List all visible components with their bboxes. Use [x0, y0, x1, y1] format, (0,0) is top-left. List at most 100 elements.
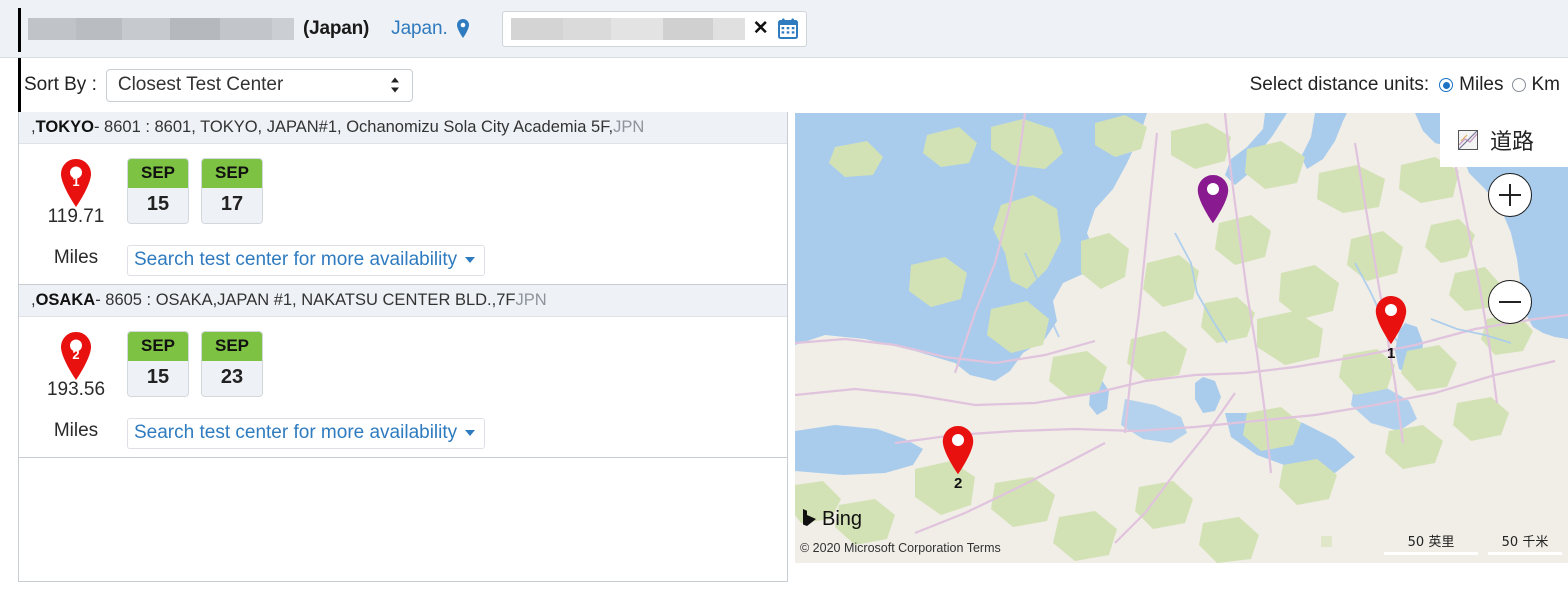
- date-day: 23: [202, 361, 262, 396]
- search-more-availability-link[interactable]: Search test center for more availability: [127, 418, 486, 449]
- date-tile[interactable]: SEP 15: [127, 158, 189, 224]
- date-search-input[interactable]: ✕: [501, 10, 807, 47]
- result-detail: - 8605 : OSAKA,JAPAN #1, NAKATSU CENTER …: [95, 291, 516, 309]
- date-month: SEP: [128, 159, 188, 188]
- chevron-down-icon: [465, 430, 476, 436]
- result-country-code: JPN: [613, 118, 645, 136]
- redacted-block: [562, 17, 611, 40]
- date-month: SEP: [202, 332, 262, 361]
- scale-swatch: [1321, 535, 1332, 547]
- redacted-search-value: [510, 17, 747, 40]
- redacted-block: [610, 17, 663, 40]
- distance-units-group: Select distance units: Miles Km: [1250, 58, 1568, 112]
- sort-by-value: Closest Test Center: [117, 74, 284, 95]
- map-marker-icon: [456, 19, 470, 38]
- unit-radio-miles[interactable]: Miles: [1439, 74, 1504, 96]
- result-city: TOKYO: [35, 118, 94, 136]
- result-detail: - 8601 : 8601, TOKYO, JAPAN#1, Ochanomiz…: [93, 118, 614, 136]
- result-availability-column: SEP 15 SEP 17 Search test center for mor…: [127, 158, 486, 276]
- search-more-availability-link[interactable]: Search test center for more availability: [127, 245, 486, 276]
- bing-logo[interactable]: Bing: [802, 508, 862, 531]
- redacted-block: [170, 17, 220, 40]
- distance-units-label: Select distance units:: [1249, 74, 1430, 95]
- list-item[interactable]: , OSAKA - 8605 : OSAKA,JAPAN #1, NAKATSU…: [19, 285, 787, 458]
- date-day: 15: [128, 361, 188, 396]
- map-type-label: 道路: [1490, 130, 1535, 155]
- country-paren-label: (Japan): [303, 17, 370, 39]
- search-more-availability-label: Search test center for more availability: [134, 422, 458, 443]
- result-country-code: JPN: [515, 291, 547, 309]
- close-x-icon[interactable]: ✕: [753, 19, 769, 38]
- redacted-block: [712, 17, 745, 40]
- date-tile[interactable]: SEP 17: [201, 158, 263, 224]
- date-month: SEP: [202, 159, 262, 188]
- minus-icon: [1499, 300, 1521, 304]
- result-distance-unit: Miles: [53, 420, 99, 441]
- test-center-scheduler-page: (Japan) Japan. ✕ Sort By: Closest Test …: [0, 0, 1568, 595]
- plus-icon-vertical: [1508, 184, 1512, 206]
- result-body: 2 193.56 Miles SEP 15 SEP 23 Search test…: [19, 317, 787, 457]
- redacted-block: [662, 17, 713, 40]
- date-month: SEP: [128, 332, 188, 361]
- redacted-block: [272, 17, 294, 40]
- map-pin-label-1: 1: [1387, 345, 1396, 362]
- chevron-updown-icon: [389, 76, 401, 94]
- result-header: , OSAKA - 8605 : OSAKA,JAPAN #1, NAKATSU…: [19, 285, 787, 317]
- result-distance-value: 119.71: [47, 206, 105, 227]
- map-credit-text: © 2020 Microsoft Corporation Terms: [800, 541, 1001, 555]
- header-left-rule: [18, 8, 21, 52]
- unit-miles-label: Miles: [1459, 74, 1504, 95]
- map-pin-label-2: 2: [954, 475, 963, 492]
- result-body: 1 119.71 Miles SEP 15 SEP 17 Search test…: [19, 144, 787, 284]
- scale-miles-label: 50 英里: [1407, 535, 1455, 550]
- sort-by-label: Sort By :: [24, 74, 97, 95]
- country-link[interactable]: Japan.: [391, 18, 448, 40]
- result-availability-column: SEP 15 SEP 23 Search test center for mor…: [127, 331, 486, 449]
- search-more-availability-label: Search test center for more availability: [134, 249, 458, 270]
- available-dates-row: SEP 15 SEP 17: [127, 158, 485, 224]
- scale-miles-bar: [1384, 552, 1478, 555]
- bing-map[interactable]: 1 2 道路 Bing © 2020 Microsoft Corporation…: [795, 113, 1568, 563]
- map-scale-bars: 50 英里 50 千米: [1321, 531, 1562, 555]
- scale-miles: 50 英里: [1384, 531, 1478, 555]
- result-pin-icon: 2: [58, 331, 94, 381]
- page-header: (Japan) Japan. ✕: [0, 0, 1568, 58]
- list-item[interactable]: , TOKYO - 8601 : 8601, TOKYO, JAPAN#1, O…: [19, 112, 787, 285]
- radio-miles-indicator: [1439, 78, 1454, 92]
- result-pin-icon: 1: [58, 158, 94, 208]
- scale-km-label: 50 千米: [1501, 535, 1549, 550]
- map-canvas: [795, 113, 1568, 563]
- redacted-block: [220, 17, 272, 40]
- scale-km: 50 千米: [1488, 531, 1562, 555]
- result-distance-column: 2 193.56 Miles: [35, 331, 117, 442]
- result-distance-value: 193.56: [46, 379, 106, 400]
- result-distance-column: 1 119.71 Miles: [35, 158, 117, 269]
- map-layers-icon: [1458, 130, 1478, 150]
- unit-radio-km[interactable]: Km: [1511, 74, 1561, 96]
- bing-logo-icon: [802, 508, 817, 531]
- date-tile[interactable]: SEP 23: [201, 331, 263, 397]
- sort-and-units-bar: Sort By : Closest Test Center Select dis…: [0, 58, 1568, 112]
- calendar-icon[interactable]: [777, 18, 798, 39]
- unit-km-label: Km: [1531, 74, 1561, 95]
- map-zoom-in-button[interactable]: [1488, 173, 1532, 217]
- result-pin-number: 2: [72, 347, 79, 362]
- result-header: , TOKYO - 8601 : 8601, TOKYO, JAPAN#1, O…: [19, 112, 787, 144]
- date-day: 17: [202, 188, 262, 223]
- result-distance-unit: Miles: [53, 247, 99, 268]
- result-city: OSAKA: [35, 291, 96, 309]
- redacted-block: [510, 17, 563, 40]
- redacted-candidate-name: [28, 17, 294, 40]
- sort-by-select[interactable]: Closest Test Center: [105, 68, 413, 102]
- date-tile[interactable]: SEP 15: [127, 331, 189, 397]
- test-center-results-list: , TOKYO - 8601 : 8601, TOKYO, JAPAN#1, O…: [18, 112, 788, 582]
- redacted-block: [76, 17, 122, 40]
- redacted-block: [28, 17, 76, 40]
- bing-logo-text: Bing: [822, 508, 863, 530]
- map-zoom-out-button[interactable]: [1488, 280, 1532, 324]
- map-type-button[interactable]: 道路: [1440, 113, 1568, 167]
- result-pin-number: 1: [72, 174, 79, 189]
- date-day: 15: [128, 188, 188, 223]
- sortbar-left-rule: [18, 58, 21, 112]
- scale-km-bar: [1488, 552, 1562, 555]
